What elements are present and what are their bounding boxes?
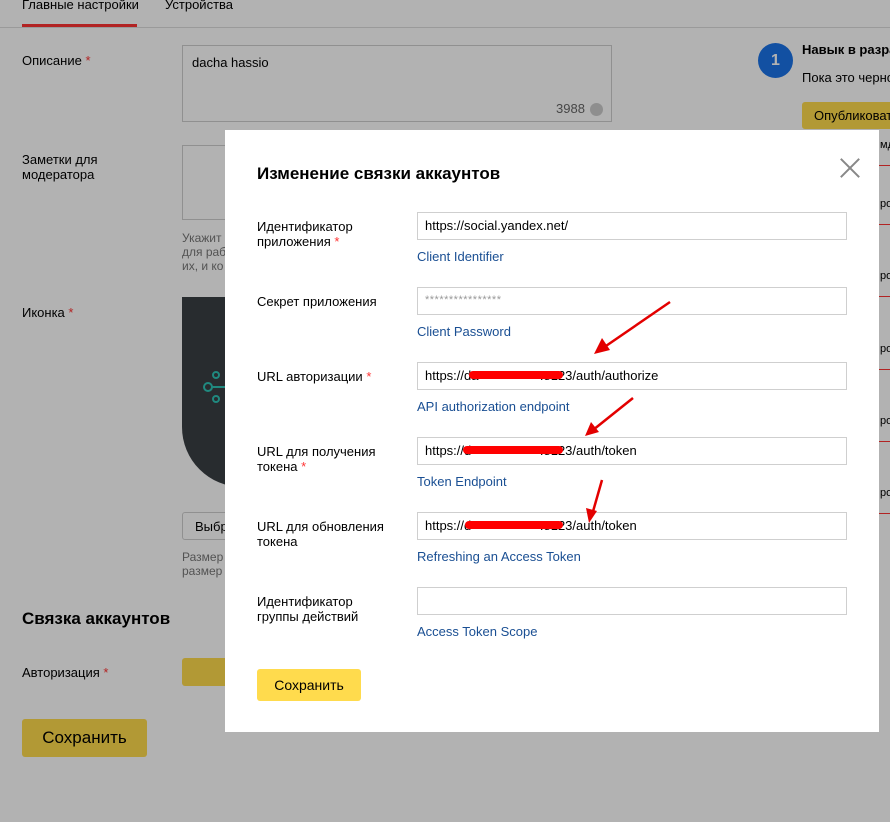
annotation-arrow-3: [590, 479, 604, 516]
edit-account-linking-dialog: Изменение связки аккаунтов Идентификатор…: [225, 130, 879, 732]
annotation-arrows: [585, 300, 671, 523]
annotation-arrow-2: [592, 397, 634, 431]
annotation-arrowhead-2: [585, 422, 599, 436]
annotation-arrow-1: [602, 300, 671, 350]
annotation-arrowhead-3: [586, 508, 597, 523]
